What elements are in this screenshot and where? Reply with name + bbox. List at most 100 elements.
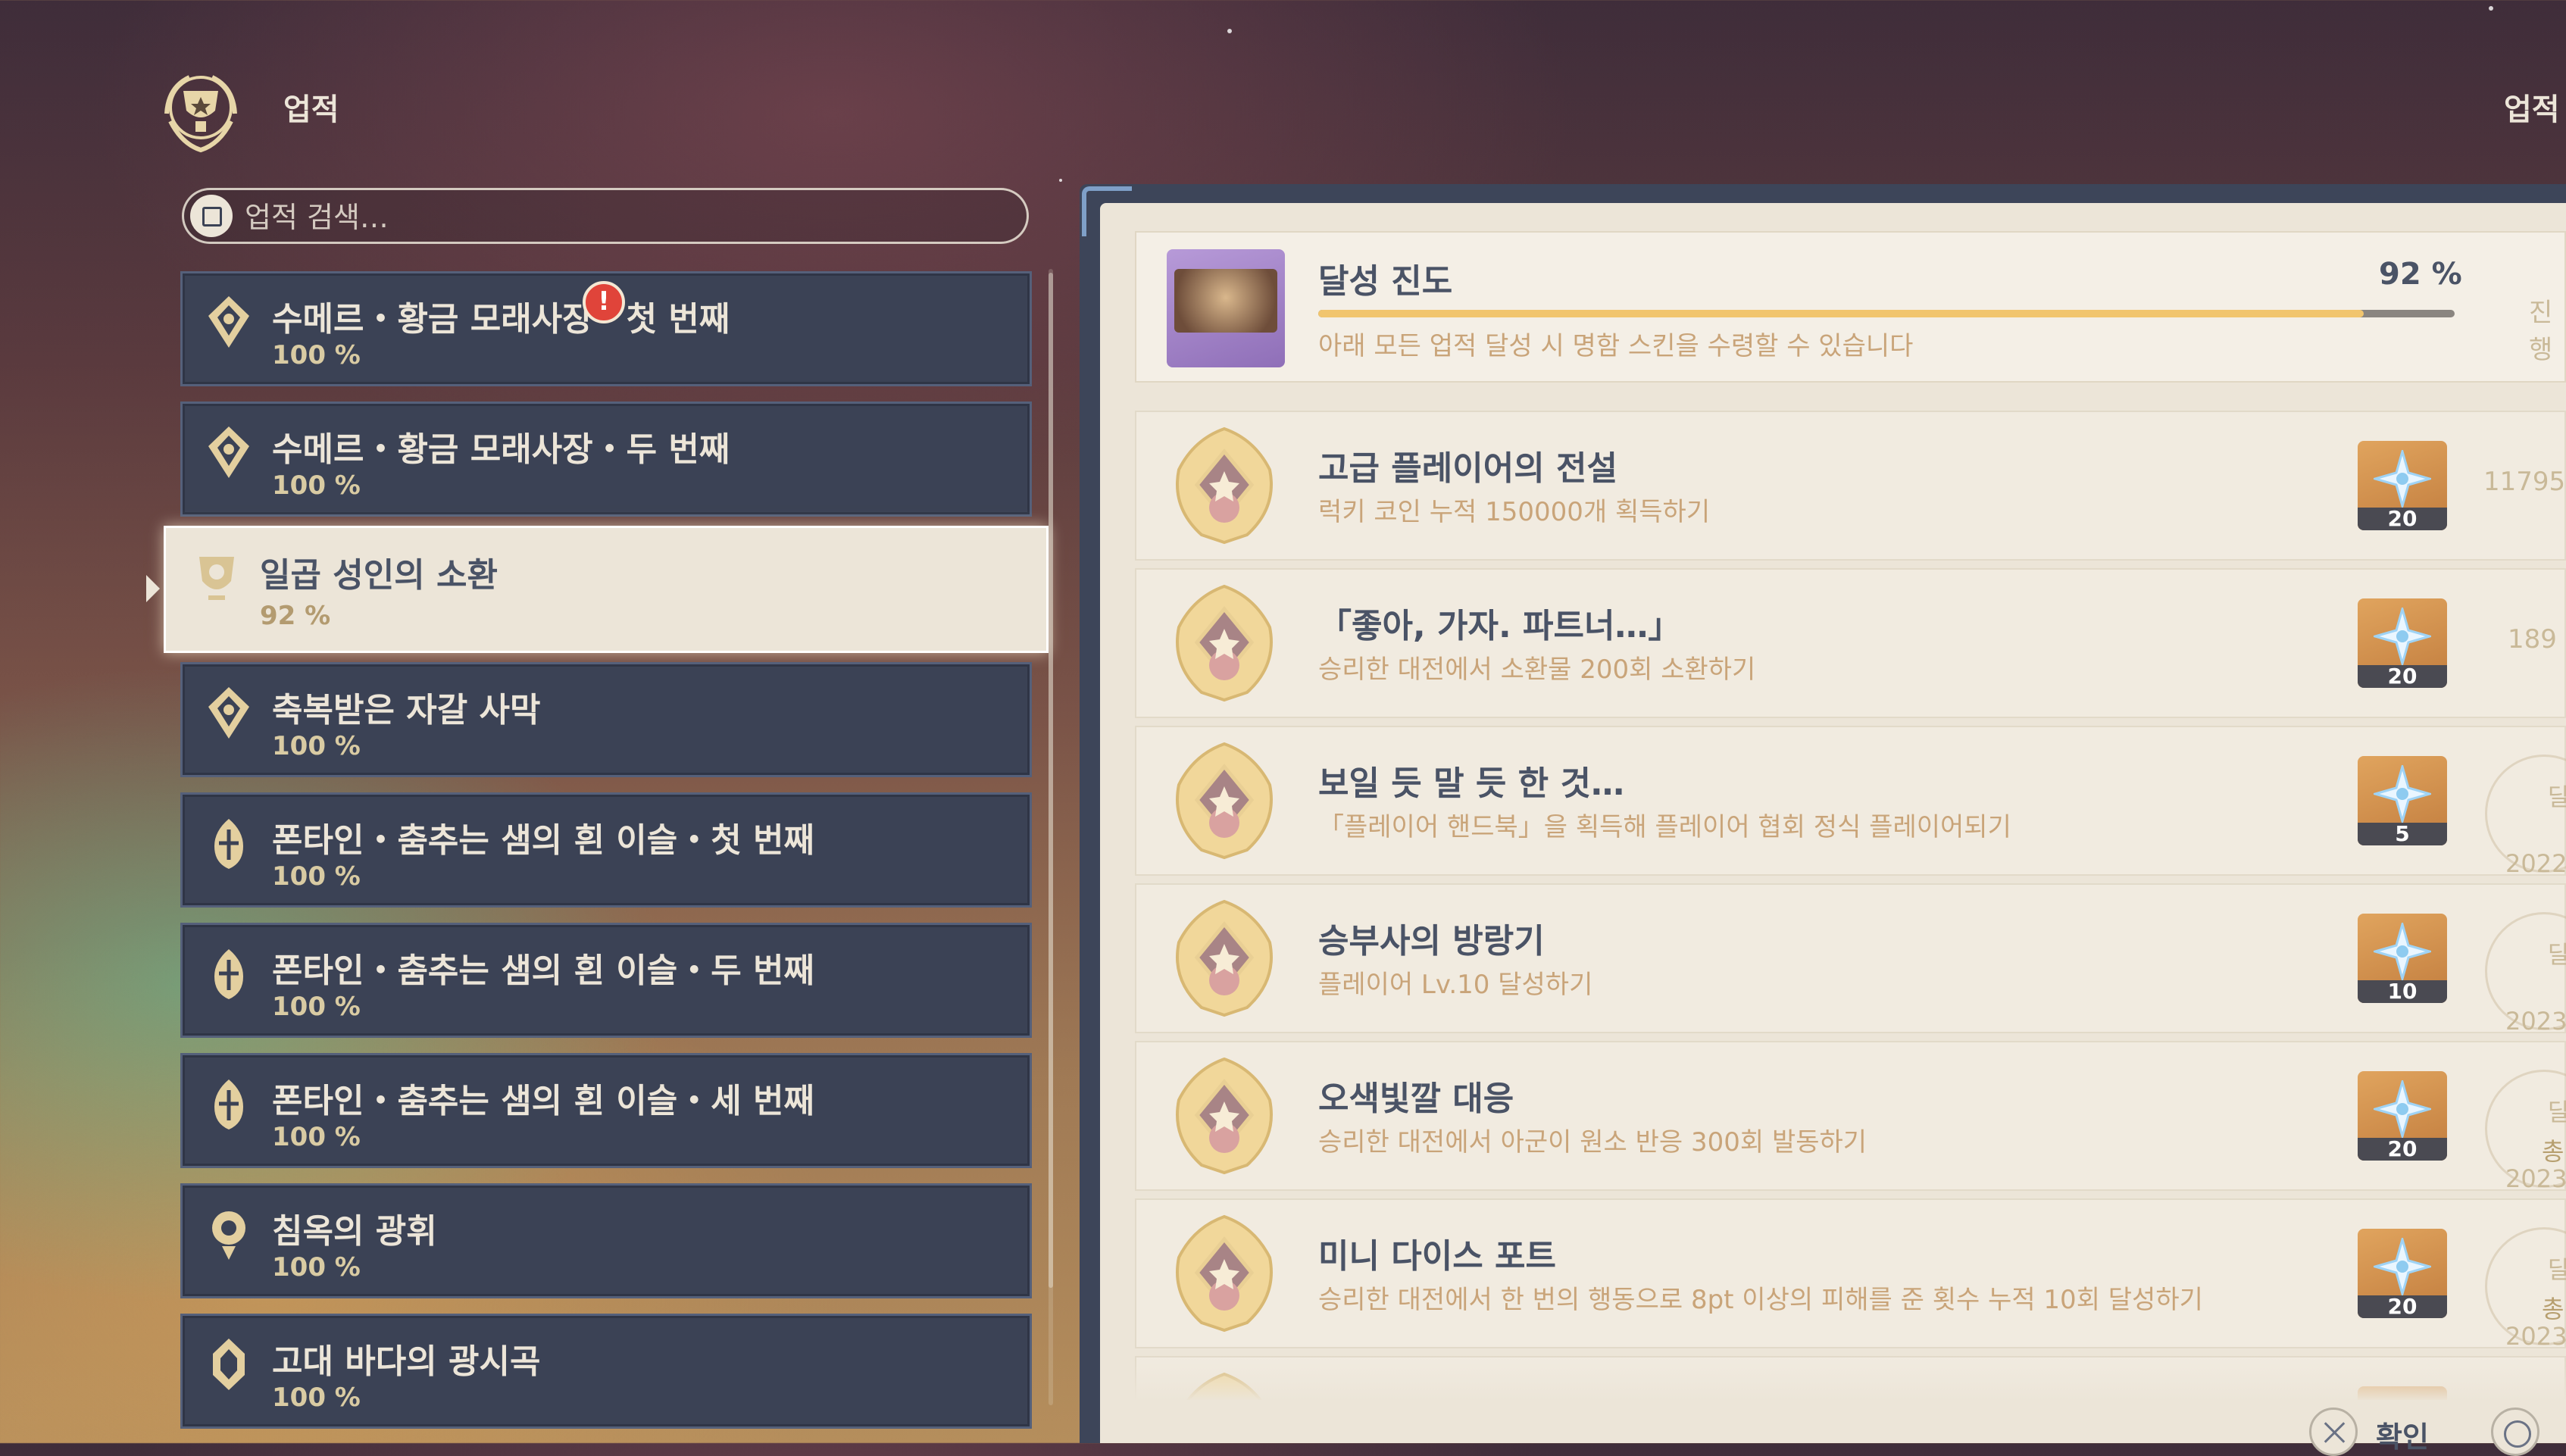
achievement-title: 미니 다이스 포트: [1318, 1237, 1556, 1276]
reward-count: 20: [2358, 1295, 2447, 1318]
progress-description: 아래 모든 업적 달성 시 명함 스킨을 수령할 수 있습니다: [1318, 331, 1914, 361]
reward-count: 20: [2358, 1138, 2447, 1161]
primogem-icon: [2374, 923, 2431, 980]
achievement-title: 승부사의 방랑기: [1318, 922, 1545, 961]
category-item[interactable]: 폰타인・춤추는 샘의 흰 이슬・두 번째 100 %: [180, 923, 1032, 1038]
category-percent: 100 %: [272, 731, 361, 761]
close-button-icon[interactable]: [2309, 1408, 2358, 1456]
category-name: 일곱 성인의 소환: [260, 556, 498, 595]
reward-count: 5: [2358, 823, 2447, 845]
primogem-reward: 5: [2358, 756, 2447, 845]
progress-side-text: 진행: [2529, 298, 2553, 365]
category-emblem-icon: [213, 1339, 245, 1390]
detail-title: 업적: [2504, 92, 2560, 127]
category-scrollbar-thumb[interactable]: [1049, 273, 1053, 1288]
category-item[interactable]: 축복받은 자갈 사막 100 %: [180, 662, 1032, 777]
stamp-mid: 총: [2542, 1137, 2564, 1166]
achievement-medal-icon: [1176, 1214, 1273, 1333]
category-percent: 100 %: [272, 992, 361, 1022]
stamp-year: 2022: [2505, 849, 2566, 878]
category-item[interactable]: 수메르・황금 모래사장・두 번째 100 %: [180, 401, 1032, 517]
category-percent: 100 %: [272, 1383, 361, 1413]
progress-bar-fill: [1318, 310, 2364, 317]
achievement-item[interactable]: 미니 다이스 포트 승리한 대전에서 한 번의 행동으로 8pt 이상의 피해를…: [1135, 1198, 2566, 1351]
category-emblem-icon: [208, 687, 249, 739]
achievement-trophy-icon: [164, 75, 237, 153]
category-item[interactable]: 수메르・황금 모래사장・첫 번째 ! 100 %: [180, 271, 1032, 386]
achievement-title: 보일 듯 말 듯 한 것…: [1318, 764, 1624, 803]
achievement-medal-icon: [1176, 584, 1273, 702]
category-item[interactable]: 폰타인・춤추는 샘의 흰 이슬・첫 번째 100 %: [180, 792, 1032, 908]
confirm-button-label[interactable]: 확인: [2376, 1414, 2429, 1455]
primogem-icon: [2374, 450, 2431, 508]
completion-stamp: 달 총 2023: [2485, 1227, 2566, 1351]
category-emblem-icon: [199, 557, 234, 600]
achievement-description: 승리한 대전에서 한 번의 행동으로 8pt 이상의 피해를 준 횟수 누적 1…: [1318, 1285, 2203, 1315]
achievement-description: 럭키 코인 누적 150000개 획득하기: [1318, 497, 1711, 527]
primogem-icon: [2374, 1080, 2431, 1138]
reward-count: 10: [2358, 980, 2447, 1003]
completion-stamp: 달 2023: [2485, 912, 2566, 1036]
page-title: 업적: [283, 92, 339, 127]
achievement-description: 승리한 대전에서 소환물 200회 소환하기: [1318, 655, 1756, 685]
primogem-reward: 20: [2358, 441, 2447, 530]
achievement-item[interactable]: 고급 플레이어의 전설 럭키 코인 누적 150000개 획득하기 20 117…: [1135, 411, 2566, 561]
completion-stamp: 달 총 2023: [2485, 1070, 2566, 1193]
achievement-item[interactable]: 보일 듯 말 듯 한 것… 「플레이어 핸드북」을 획득해 플레이어 협회 정식…: [1135, 726, 2566, 878]
search-box[interactable]: [182, 188, 1029, 244]
category-name: 폰타인・춤추는 샘의 흰 이슬・두 번째: [272, 951, 814, 990]
achievement-item[interactable]: 승부사의 방랑기 플레이어 Lv.10 달성하기 10 달 2023: [1135, 883, 2566, 1036]
stamp-year: 2023: [2505, 1007, 2566, 1036]
achievement-medal-icon: [1176, 1057, 1273, 1175]
category-emblem-icon: [208, 296, 249, 348]
sparkle: [1059, 179, 1062, 182]
progress-title: 달성 진도: [1318, 262, 1453, 301]
stamp-label: 달: [2548, 1098, 2566, 1126]
sparkle: [2489, 6, 2493, 11]
achievement-title: 고급 플레이어의 전설: [1318, 449, 1617, 488]
search-input[interactable]: [243, 196, 974, 239]
circle-button-icon[interactable]: [2491, 1408, 2539, 1456]
category-item[interactable]: 폰타인・춤추는 샘의 흰 이슬・세 번째 100 %: [180, 1053, 1032, 1168]
namecard-reward-image: [1167, 249, 1285, 367]
achievement-item[interactable]: 「좋아, 가자. 파트너…」 승리한 대전에서 소환물 200회 소환하기 20…: [1135, 568, 2566, 718]
progress-bar: [1318, 310, 2455, 317]
category-percent: 100 %: [272, 1252, 361, 1283]
category-list: 수메르・황금 모래사장・첫 번째 ! 100 % 수메르・황금 모래사장・두 번…: [146, 271, 1049, 1444]
category-percent: 100 %: [272, 1122, 361, 1152]
achievement-item[interactable]: 오색빛깔 대응 승리한 대전에서 아군이 원소 반응 300회 발동하기 20 …: [1135, 1041, 2566, 1193]
stamp-year: 2023: [2505, 1322, 2566, 1351]
category-emblem-icon: [208, 426, 249, 478]
primogem-reward: 20: [2358, 1071, 2447, 1161]
category-emblem-icon: [214, 819, 243, 869]
category-name: 폰타인・춤추는 샘의 흰 이슬・첫 번째: [272, 821, 814, 860]
achievement-description: 플레이어 Lv.10 달성하기: [1318, 970, 1593, 1000]
primogem-reward: 10: [2358, 914, 2447, 1003]
achievement-medal-icon: [1176, 426, 1273, 545]
category-percent: 100 %: [272, 861, 361, 892]
category-percent: 100 %: [272, 470, 361, 501]
category-emblem-icon: [214, 949, 243, 999]
achievement-progress-count: 117950: [2483, 467, 2566, 497]
primogem-icon: [2374, 1238, 2431, 1295]
search-toggle-icon[interactable]: [190, 195, 233, 237]
category-name: 수메르・황금 모래사장・두 번째: [272, 430, 730, 469]
completion-stamp: 달 2022: [2485, 755, 2566, 878]
stamp-year: 2023: [2505, 1164, 2566, 1193]
stamp-label: 달: [2548, 783, 2566, 811]
stamp-label: 달: [2548, 940, 2566, 969]
selection-arrow-icon: [146, 575, 160, 602]
category-item[interactable]: 고대 바다의 광시곡 100 %: [180, 1314, 1032, 1429]
category-item[interactable]: 침옥의 광휘 100 %: [180, 1183, 1032, 1298]
category-name: 고대 바다의 광시곡: [272, 1342, 541, 1381]
achievement-medal-icon: [1176, 899, 1273, 1017]
achievement-title: 오색빛깔 대응: [1318, 1080, 1514, 1118]
primogem-reward: 20: [2358, 1229, 2447, 1318]
category-item-selected[interactable]: 일곱 성인의 소환 92 %: [146, 526, 1049, 653]
achievement-list: 고급 플레이어의 전설 럭키 코인 누적 150000개 획득하기 20 117…: [1135, 411, 2566, 1409]
achievement-description: 「플레이어 핸드북」을 획득해 플레이어 협회 정식 플레이어되기: [1318, 812, 2011, 842]
category-emblem-icon: [212, 1211, 245, 1260]
category-percent: 92 %: [260, 601, 331, 631]
stamp-label: 달: [2548, 1255, 2566, 1284]
category-name: 폰타인・춤추는 샘의 흰 이슬・세 번째: [272, 1082, 814, 1120]
